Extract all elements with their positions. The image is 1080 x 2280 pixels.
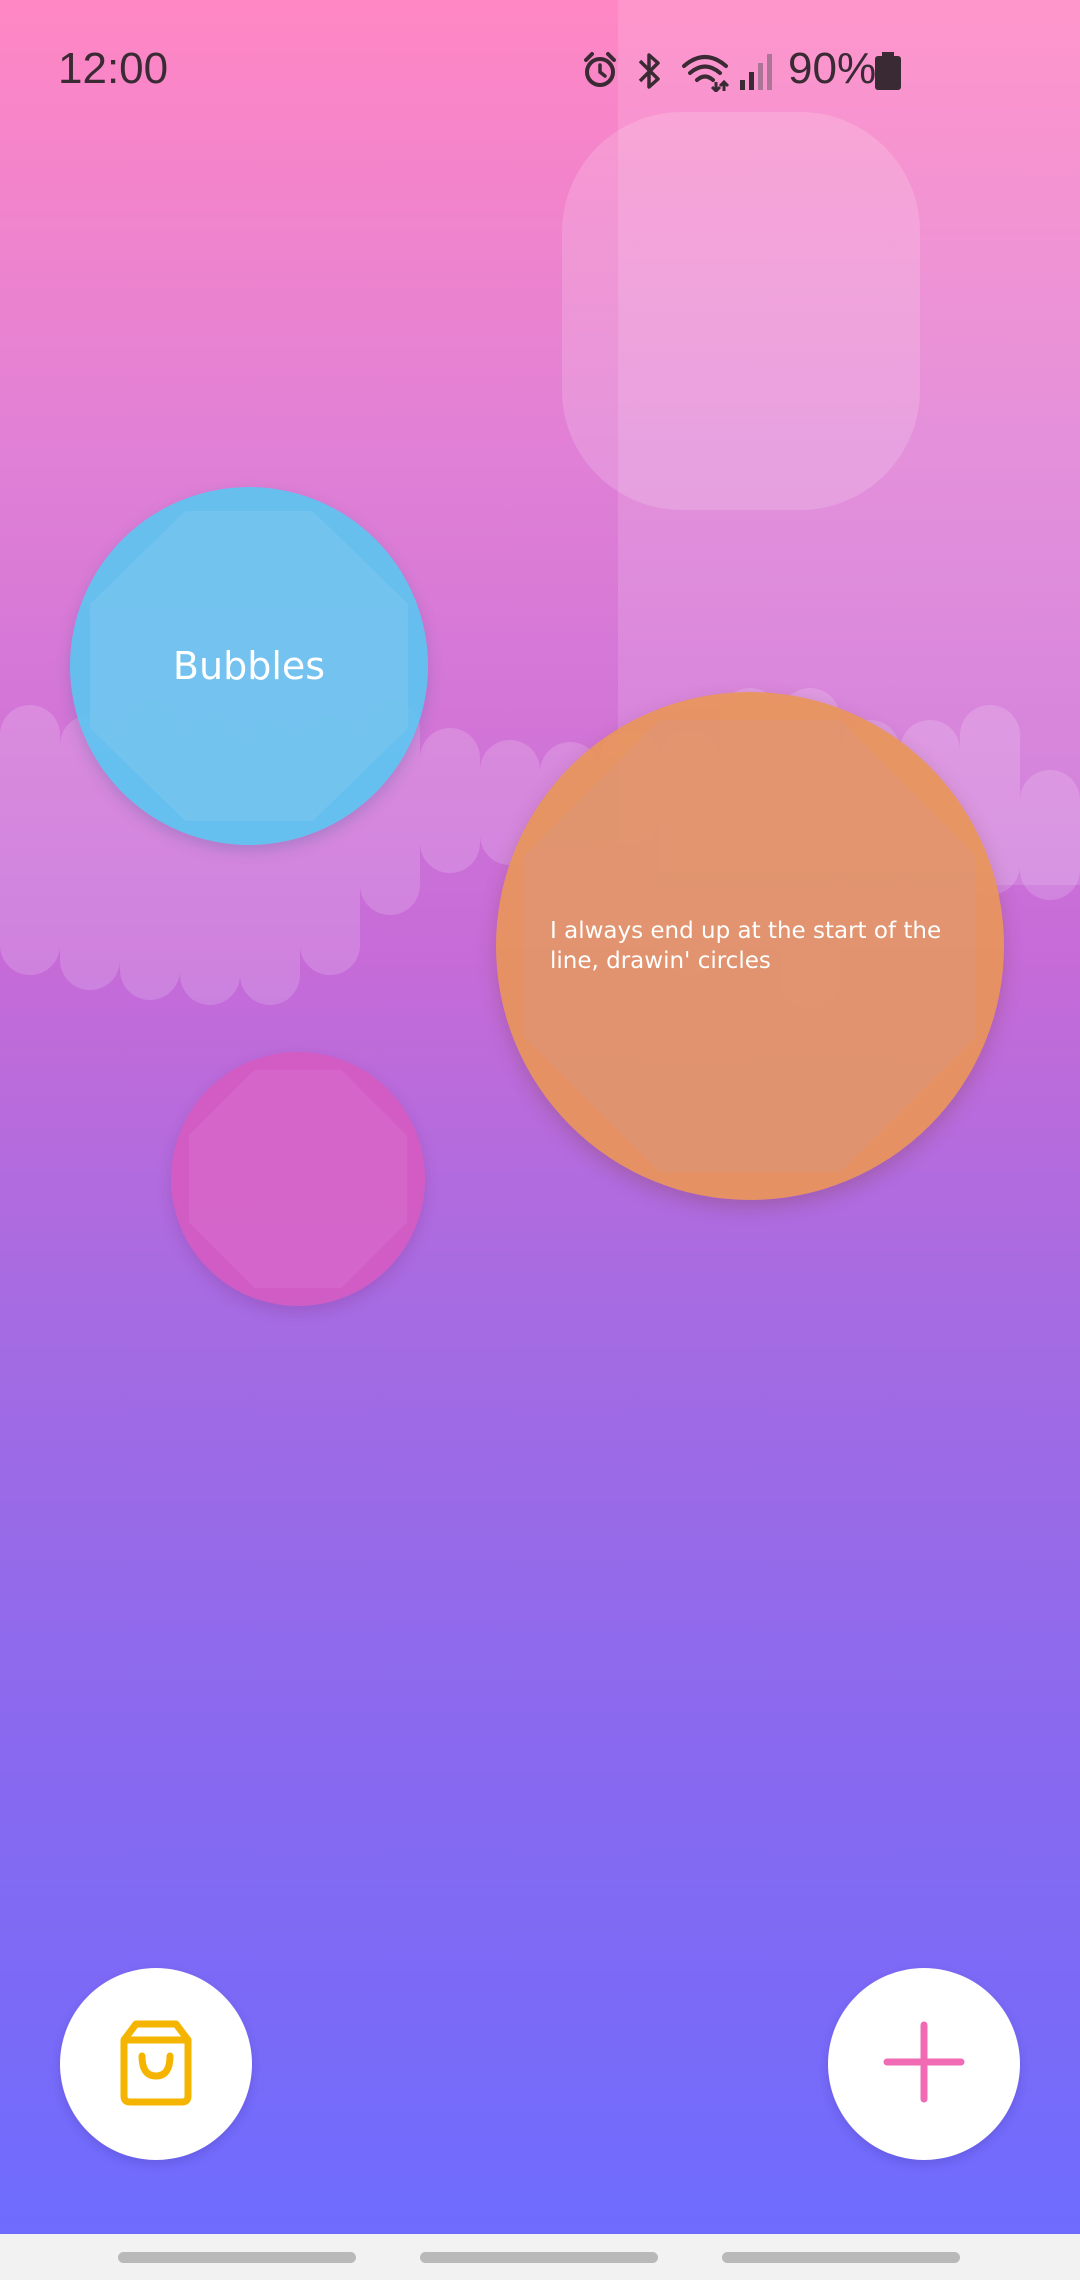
nav-home-button[interactable]: [420, 2252, 658, 2263]
nav-recents-button[interactable]: [118, 2252, 356, 2263]
bubble-blue[interactable]: Bubbles: [70, 487, 428, 845]
battery-percent: 90%: [788, 44, 877, 93]
wifi-icon: [680, 50, 730, 96]
bubbles-screen: 12:00 90% Bubbles I always end up at the…: [0, 0, 1080, 2280]
status-bar: 12:00 90%: [0, 0, 1080, 140]
shop-button[interactable]: [60, 1968, 252, 2160]
nav-back-button[interactable]: [722, 2252, 960, 2263]
bubble-pink[interactable]: [171, 1052, 425, 1306]
shopping-bag-icon: [114, 2018, 198, 2110]
bubble-blue-label: Bubbles: [172, 644, 326, 688]
navigation-bar: [0, 2234, 1080, 2280]
status-time: 12:00: [58, 44, 169, 93]
bubble-pink-octagon: [189, 1070, 407, 1288]
bubble-orange[interactable]: I always end up at the start of the line…: [496, 692, 1004, 1200]
signal-icon: [738, 52, 774, 94]
bubble-orange-label: I always end up at the start of the line…: [550, 918, 942, 974]
battery-icon: [874, 52, 902, 94]
background-rounded-shape: [562, 112, 920, 510]
add-bubble-button[interactable]: [828, 1968, 1020, 2160]
alarm-icon: [580, 50, 620, 94]
plus-icon: [883, 2021, 965, 2107]
bluetooth-icon: [632, 50, 668, 96]
